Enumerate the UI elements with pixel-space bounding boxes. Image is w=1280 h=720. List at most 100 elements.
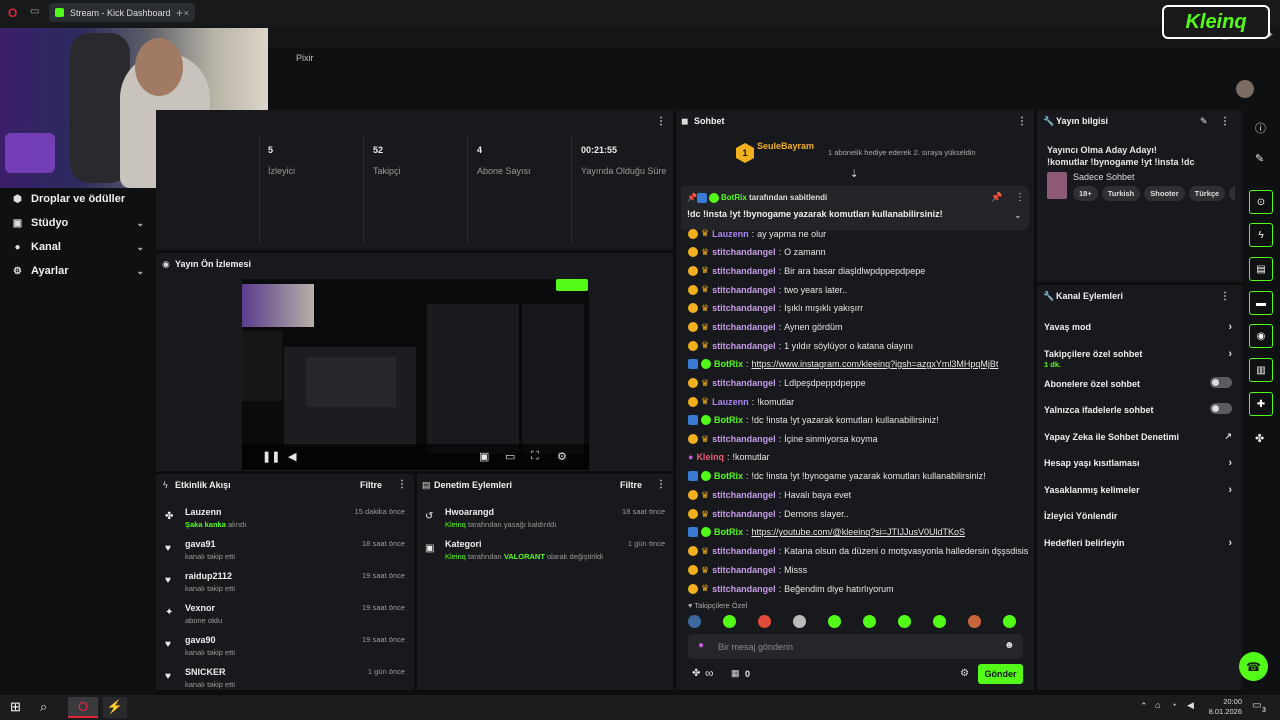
- rb-layers-button[interactable]: ▥: [1249, 358, 1273, 382]
- activity-menu-icon[interactable]: ⋮: [397, 479, 407, 490]
- channel-action-item[interactable]: Hesap yaşı kısıtlaması ›: [1044, 457, 1232, 469]
- tray-chevron-icon[interactable]: ⌃: [1140, 701, 1148, 712]
- pause-icon[interactable]: ❚❚: [262, 450, 280, 463]
- chat-username[interactable]: stitchandangel: [712, 303, 776, 313]
- tabs-icon[interactable]: ▭: [30, 6, 39, 17]
- stream-preview-video[interactable]: ❚❚ ◀ ▣ ▭ ⛶ ⚙: [242, 279, 589, 470]
- opera-icon[interactable]: O: [8, 6, 17, 20]
- sidebar-item-studio[interactable]: ▣ Stüdyo ⌄: [12, 217, 144, 229]
- chat-settings-icon[interactable]: ⚙: [960, 668, 969, 679]
- rb-bolt-button[interactable]: ϟ: [1249, 223, 1273, 247]
- chat-text[interactable]: https://youtube.com/@kleeinq?si=JTIJJusV…: [752, 527, 966, 537]
- tab-kick-dashboard[interactable]: Stream - Kick Dashboard ×: [49, 3, 195, 22]
- gifter-name[interactable]: SeuleBayram: [757, 141, 814, 151]
- sidebar-item-drops[interactable]: ⬢ Droplar ve ödüller: [12, 193, 144, 205]
- channel-action-item[interactable]: Yasaklanmış kelimeler ›: [1044, 484, 1232, 496]
- search-icon[interactable]: ⌕: [40, 699, 47, 715]
- emote-icon[interactable]: [898, 615, 911, 628]
- theater-icon[interactable]: ▭: [505, 450, 515, 463]
- settings-icon[interactable]: ⚙: [557, 450, 567, 463]
- network-icon[interactable]: ⌂: [1155, 700, 1160, 710]
- points-icon[interactable]: ✤: [692, 668, 700, 679]
- chat-username[interactable]: BotRix: [714, 415, 743, 425]
- chat-username[interactable]: stitchandangel: [712, 266, 776, 276]
- chevron-down-icon[interactable]: ⌄: [1014, 210, 1022, 221]
- chat-username[interactable]: stitchandangel: [712, 434, 776, 444]
- channel-action-item[interactable]: Abonelere özel sohbet: [1044, 376, 1232, 389]
- rb-doc-button[interactable]: ▤: [1249, 257, 1273, 281]
- fullscreen-icon[interactable]: ⛶: [531, 450, 539, 463]
- emote-icon[interactable]: [863, 615, 876, 628]
- channel-action-item[interactable]: Hedefleri belirleyin ›: [1044, 537, 1232, 549]
- chat-username[interactable]: stitchandangel: [712, 546, 776, 556]
- windows-start-icon[interactable]: ⊞: [10, 699, 21, 715]
- clock[interactable]: 20:00 8.01.2026: [1209, 697, 1242, 717]
- emote-icon[interactable]: [933, 615, 946, 628]
- channel-action-item[interactable]: Yavaş mod ›: [1044, 321, 1232, 333]
- profile-avatar[interactable]: [1236, 80, 1254, 98]
- chat-username[interactable]: stitchandangel: [712, 509, 776, 519]
- rb-chat-button[interactable]: ▬: [1249, 291, 1273, 315]
- help-button[interactable]: ☎: [1239, 652, 1268, 681]
- send-button[interactable]: Gönder: [978, 664, 1023, 684]
- channel-action-item[interactable]: Yapay Zeka ile Sohbet Denetimi ↗: [1044, 431, 1232, 442]
- toggle-switch[interactable]: [1210, 403, 1232, 414]
- emote-icon[interactable]: [1003, 615, 1016, 628]
- chat-username[interactable]: stitchandangel: [712, 378, 776, 388]
- sidebar-item-settings[interactable]: ⚙ Ayarlar ⌄: [12, 265, 144, 277]
- rb-broadcast-button[interactable]: ◉: [1249, 324, 1273, 348]
- chat-username[interactable]: BotRix: [714, 471, 743, 481]
- sidebar-item-channel[interactable]: ● Kanal ⌄: [12, 241, 144, 253]
- chat-username[interactable]: stitchandangel: [712, 322, 776, 332]
- edit-icon[interactable]: ✎: [1200, 116, 1208, 127]
- opera-taskbar-icon[interactable]: O: [68, 697, 98, 718]
- cluster-icon[interactable]: ✤: [1255, 432, 1264, 445]
- speaker-icon[interactable]: ◀: [1187, 700, 1194, 711]
- close-tab-icon[interactable]: ×: [184, 8, 189, 18]
- moderation-filter-button[interactable]: Filtre: [620, 480, 642, 490]
- activity-filter-button[interactable]: Filtre: [360, 480, 382, 490]
- unpin-icon[interactable]: 📌: [991, 192, 1002, 203]
- chat-username[interactable]: stitchandangel: [712, 247, 776, 257]
- notifications-icon[interactable]: ▭: [1252, 700, 1261, 711]
- chat-username[interactable]: BotRix: [714, 527, 743, 537]
- chat-username[interactable]: stitchandangel: [712, 341, 776, 351]
- rb-wrench-button[interactable]: ✚: [1249, 392, 1273, 416]
- emoji-icon[interactable]: ☻: [1004, 640, 1015, 651]
- channel-action-item[interactable]: Takipçilere özel sohbet 1 dk. ›: [1044, 348, 1232, 369]
- emote-icon[interactable]: [968, 615, 981, 628]
- stream-info-menu-icon[interactable]: ⋮: [1220, 116, 1230, 127]
- toggle-switch[interactable]: [1210, 376, 1232, 388]
- emote-icon[interactable]: [723, 615, 736, 628]
- chat-menu-icon[interactable]: ⋮: [1017, 116, 1027, 127]
- rb-target-button[interactable]: ⊙: [1249, 190, 1273, 214]
- app-taskbar-icon[interactable]: ⚡: [103, 697, 127, 718]
- pixir-link[interactable]: Pixir: [296, 53, 314, 63]
- new-tab-button[interactable]: +: [176, 6, 183, 20]
- category-name[interactable]: Sadece Sohbet: [1073, 172, 1135, 182]
- chat-username[interactable]: stitchandangel: [712, 565, 776, 575]
- emote-icon[interactable]: [793, 615, 806, 628]
- emote-icon[interactable]: [688, 615, 701, 628]
- chat-username[interactable]: Kleinq: [696, 452, 724, 462]
- chat-username[interactable]: Lauzenn: [712, 229, 749, 239]
- chat-text[interactable]: https://www.instagram.com/kleeinq?igsh=a…: [752, 359, 999, 369]
- emote-icon[interactable]: [828, 615, 841, 628]
- pip-icon[interactable]: ▣: [479, 450, 489, 463]
- channel-action-item[interactable]: İzleyici Yönlendir: [1044, 511, 1232, 521]
- edit-icon[interactable]: ✎: [1255, 152, 1264, 165]
- chat-input[interactable]: ● Bir mesaj gönderin ☻: [688, 634, 1023, 659]
- chat-username[interactable]: stitchandangel: [712, 490, 776, 500]
- info-icon[interactable]: ⓘ: [1255, 120, 1266, 136]
- chat-username[interactable]: stitchandangel: [712, 584, 776, 594]
- collapse-icon[interactable]: ⇣: [850, 169, 858, 180]
- wifi-icon[interactable]: ◔: [1171, 700, 1176, 710]
- chat-username[interactable]: stitchandangel: [712, 285, 776, 295]
- emote-icon[interactable]: [758, 615, 771, 628]
- chat-username[interactable]: Lauzenn: [712, 397, 749, 407]
- moderation-menu-icon[interactable]: ⋮: [656, 479, 666, 490]
- chat-username[interactable]: BotRix: [714, 359, 743, 369]
- volume-icon[interactable]: ◀: [288, 450, 296, 463]
- channel-action-item[interactable]: Yalnızca ifadelerle sohbet: [1044, 403, 1232, 415]
- channel-actions-menu-icon[interactable]: ⋮: [1220, 291, 1230, 302]
